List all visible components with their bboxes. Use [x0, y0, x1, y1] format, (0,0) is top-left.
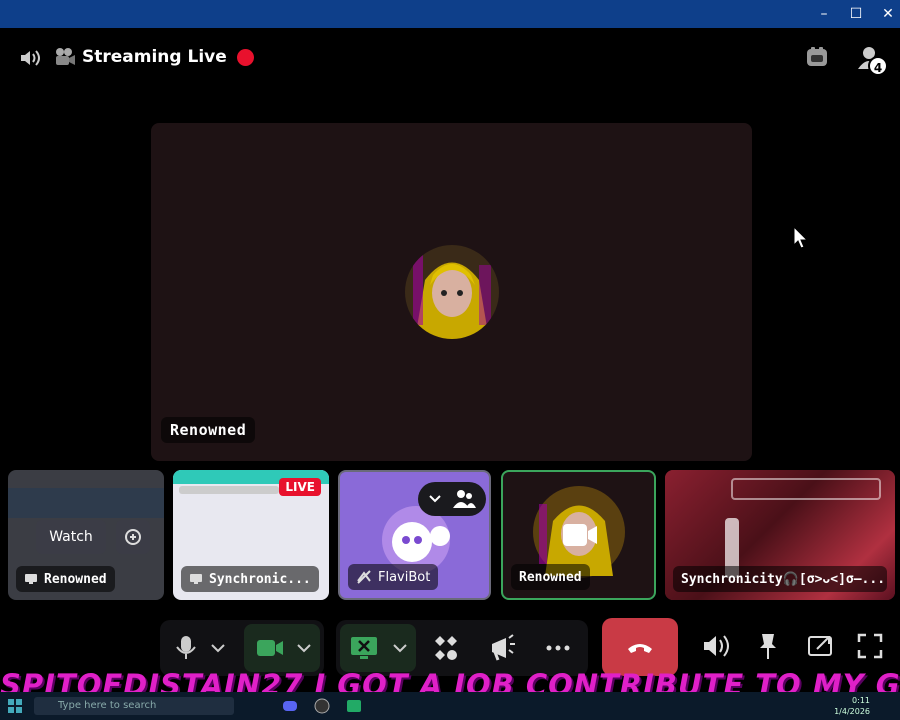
os-taskbar: Type here to search 0:11 1/4/2026 [0, 692, 900, 720]
screen-preview [8, 488, 164, 518]
participant-tiles: Watch Renowned LIVE Synchronic... FlaviB… [0, 470, 900, 600]
clock-time: 0:11 [852, 696, 870, 705]
video-camera-icon [563, 524, 597, 546]
call-window: Streaming Live 4 Renowned Watch Renowned… [0, 28, 900, 692]
stream-title: Streaming Live [54, 44, 254, 70]
app-taskbar-icon[interactable] [346, 698, 362, 714]
tile-label: Renowned [16, 566, 115, 592]
tile-label: Synchronicity🎧[σ>ᴗ<]σ–... [673, 566, 887, 592]
screen-share-icon [25, 574, 37, 584]
obs-taskbar-icon[interactable] [314, 698, 330, 714]
screen-off-icon [357, 570, 371, 584]
discord-taskbar-icon[interactable] [282, 698, 298, 714]
participant-tile-synchronic-screen[interactable]: LIVE Synchronic... [173, 470, 329, 600]
screen-share-icon [190, 574, 202, 584]
popout-button[interactable] [116, 520, 150, 554]
participant-tile-renowned-screen[interactable]: Watch Renowned [8, 470, 164, 600]
participant-tile-synchronicity-camera[interactable]: Synchronicity🎧[σ>ᴗ<]σ–... [665, 470, 895, 600]
hang-up-icon [628, 644, 652, 653]
tile-options-pill[interactable] [418, 482, 486, 516]
live-badge: LIVE [279, 478, 321, 496]
participant-tile-renowned[interactable]: Renowned [501, 470, 656, 600]
member-list-button[interactable]: 4 [856, 44, 888, 76]
minimize-button[interactable]: – [814, 4, 834, 24]
popout-icon [125, 529, 141, 545]
system-clock: 0:11 1/4/2026 [834, 695, 870, 717]
chevron-down-icon[interactable] [388, 630, 412, 666]
tile-label: FlaviBot [348, 564, 439, 590]
pin-icon[interactable] [750, 628, 786, 664]
main-stage-tile[interactable]: Renowned [151, 123, 752, 461]
stage-user-name: Renowned [161, 417, 256, 443]
background-sign [731, 478, 881, 500]
user-avatar [405, 245, 499, 339]
taskbar-search-box[interactable]: Type here to search [34, 697, 234, 715]
participant-tile-flavibot[interactable]: FlaviBot [338, 470, 491, 600]
fullscreen-icon[interactable] [852, 628, 888, 664]
people-icon [453, 490, 476, 508]
browser-address-bar [179, 486, 279, 494]
window-titlebar: – ☐ ✕ [0, 0, 900, 28]
live-indicator-dot [236, 48, 254, 66]
soundboard-icon[interactable] [484, 630, 520, 666]
video-camera-icon[interactable] [252, 630, 288, 666]
chevron-down-icon [429, 495, 441, 503]
movie-camera-icon [56, 48, 75, 65]
call-header: Streaming Live 4 [0, 28, 900, 84]
activities-icon[interactable] [428, 630, 464, 666]
chevron-down-icon[interactable] [206, 630, 230, 666]
clock-date: 1/4/2026 [834, 707, 870, 716]
popout-window-icon[interactable] [802, 628, 838, 664]
participant-count-badge: 4 [868, 56, 888, 76]
microphone-icon[interactable] [168, 630, 204, 666]
windows-start-icon[interactable] [8, 699, 22, 713]
mouse-cursor-icon [793, 226, 809, 249]
maximize-button[interactable]: ☐ [846, 4, 866, 24]
tile-label: Synchronic... [181, 566, 319, 592]
speaker-icon[interactable] [18, 46, 42, 70]
close-button[interactable]: ✕ [878, 4, 898, 24]
watch-stream-button[interactable]: Watch [36, 520, 106, 554]
chevron-down-icon[interactable] [292, 630, 316, 666]
stop-screen-share-icon[interactable] [346, 630, 382, 666]
tile-label: Renowned [511, 564, 590, 590]
activity-icon[interactable] [804, 44, 830, 70]
stream-title-text: Streaming Live [82, 47, 227, 67]
speaker-icon[interactable] [698, 628, 734, 664]
more-options-icon[interactable] [540, 630, 576, 666]
search-placeholder: Type here to search [58, 700, 157, 711]
